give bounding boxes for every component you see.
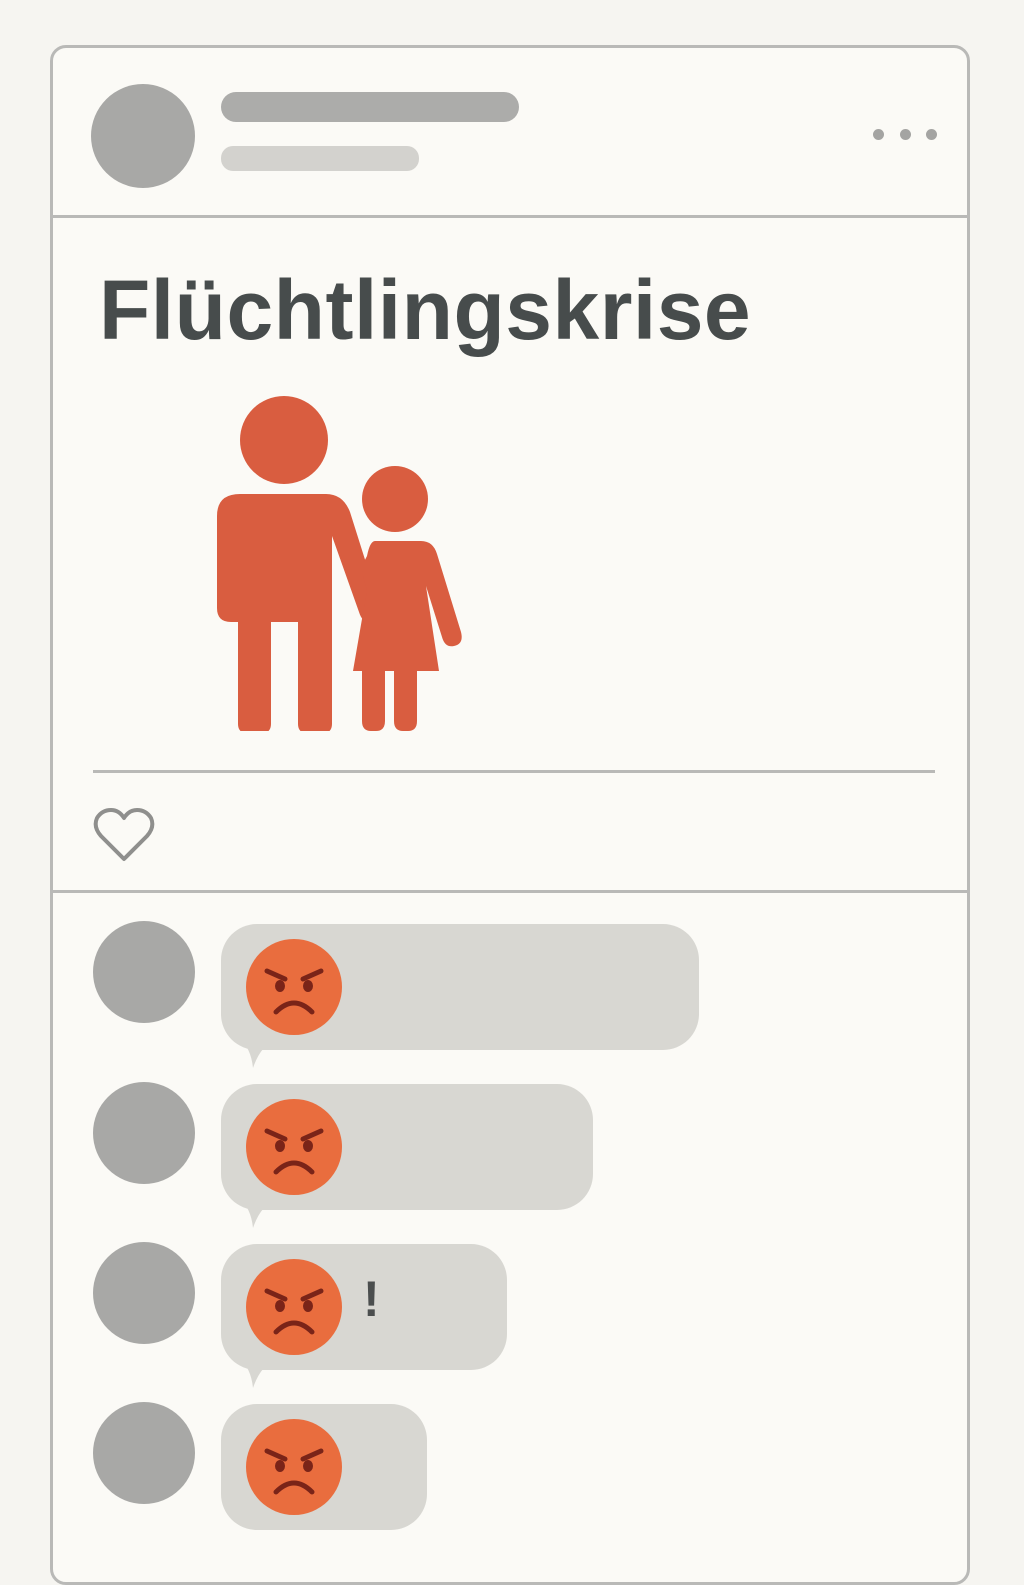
author-avatar[interactable] — [91, 84, 195, 188]
commenter-avatar[interactable] — [93, 1242, 195, 1344]
comments-divider — [53, 890, 967, 893]
angry-face-icon — [246, 1099, 342, 1195]
more-options-icon[interactable] — [873, 120, 937, 148]
angry-face-icon — [246, 1419, 342, 1515]
comment-bubble[interactable] — [221, 1084, 593, 1228]
post-meta-placeholder — [221, 146, 419, 171]
angry-face-icon — [246, 1259, 342, 1355]
post-title: Flüchtlingskrise — [99, 263, 752, 357]
angry-face-icon — [246, 939, 342, 1035]
commenter-avatar[interactable] — [93, 1082, 195, 1184]
commenter-avatar[interactable] — [93, 921, 195, 1023]
comment-bubble[interactable] — [221, 924, 699, 1068]
commenter-avatar[interactable] — [93, 1402, 195, 1504]
comment-text: ! — [363, 1271, 380, 1327]
bubble-tail — [239, 1038, 279, 1068]
comment-bubble[interactable] — [221, 1404, 427, 1530]
menu-dot — [873, 128, 884, 140]
comment-bubble[interactable]: ! — [221, 1244, 507, 1388]
menu-dot — [899, 128, 911, 140]
post-card: Flüchtlingskrise ! — [50, 45, 970, 1585]
bubble-tail — [239, 1358, 279, 1388]
parent-and-child-icon — [217, 396, 462, 731]
bubble-tail — [239, 1198, 279, 1228]
post-header — [53, 48, 967, 218]
post-divider — [93, 770, 935, 773]
menu-dot — [926, 128, 937, 140]
author-name-placeholder — [221, 92, 519, 122]
heart-outline-icon[interactable] — [93, 808, 155, 864]
